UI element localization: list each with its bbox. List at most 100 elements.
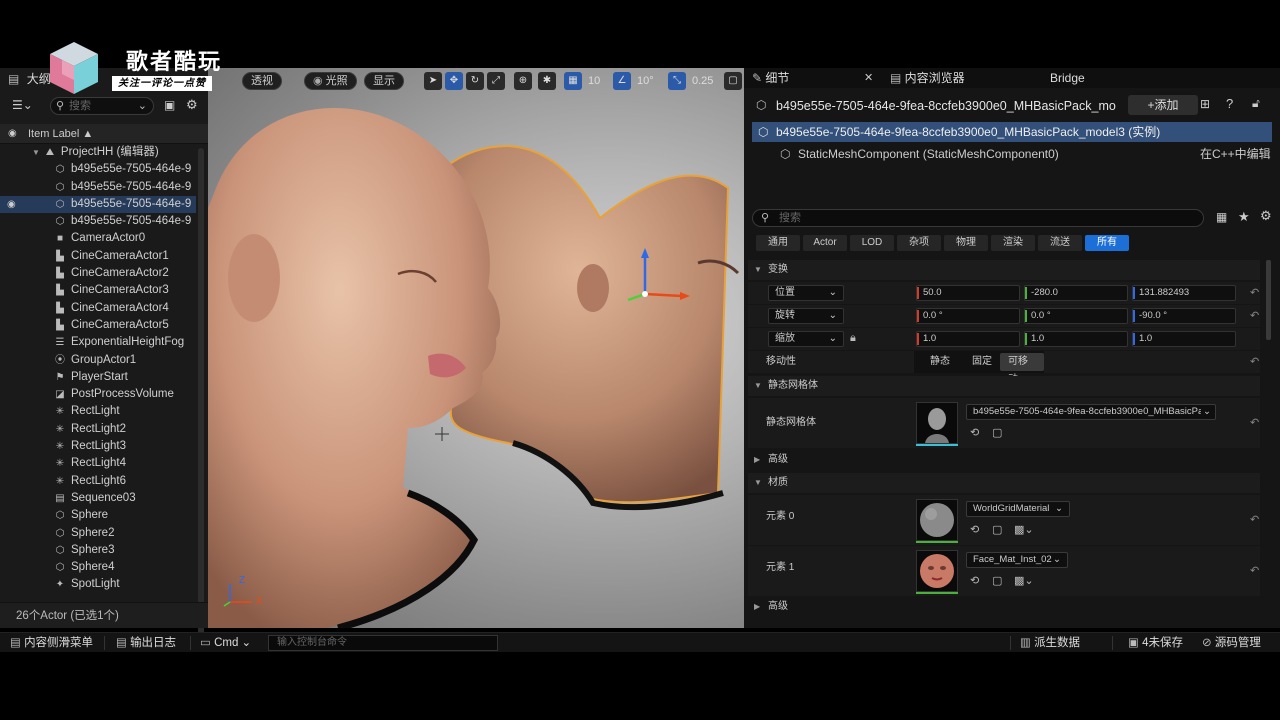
filter-button[interactable]: LOD	[850, 235, 894, 251]
table-view-icon[interactable]: ▦	[1216, 210, 1227, 224]
lit-mode-button[interactable]: ◉ 光照	[304, 72, 357, 90]
filter-button[interactable]: 物理	[944, 235, 988, 251]
texture-picker-icon[interactable]: ▩⌄	[1014, 523, 1034, 536]
outliner-scrollbar[interactable]	[198, 148, 204, 648]
static-mesh-dropdown[interactable]: b495e55e-7505-464e-9fea-8ccfeb3900e0_MHB…	[966, 404, 1216, 420]
outliner-row[interactable]: ⬡ Sphere3	[0, 542, 196, 559]
help-icon[interactable]: ?	[1226, 96, 1233, 111]
filter-icon[interactable]: ☰⌄	[12, 98, 33, 112]
filter-button[interactable]: 所有	[1085, 235, 1129, 251]
tab-details[interactable]: ✎ 细节	[752, 68, 789, 88]
scale-tool-icon[interactable]: ⤢	[487, 72, 505, 90]
materials-advanced-header[interactable]: ▶ 高级	[748, 597, 1260, 617]
use-selected-icon[interactable]: ⟲	[970, 426, 979, 439]
tab-content-browser[interactable]: ▤ 内容浏览器	[890, 68, 965, 88]
filter-button[interactable]: Actor	[803, 235, 847, 251]
details-scrollbar[interactable]	[1266, 260, 1271, 340]
scale-snap-value[interactable]: 0.25	[692, 72, 713, 90]
outliner-row[interactable]: ✳ RectLight	[0, 403, 196, 420]
browse-icon[interactable]: ▢	[992, 523, 1002, 536]
outliner-row[interactable]: ☰ ExponentialHeightFog	[0, 334, 196, 351]
show-button[interactable]: 显示	[364, 72, 404, 90]
transform-section-header[interactable]: ▼ 变换	[748, 260, 1260, 280]
outliner-row[interactable]: ⚑ PlayerStart	[0, 369, 196, 386]
details-search-input[interactable]: ⚲ 搜索	[752, 209, 1204, 227]
outliner-row[interactable]: ✦ SpotLight	[0, 576, 196, 593]
female-head-mesh[interactable]	[208, 108, 501, 628]
unsaved-button[interactable]: ▣ 4未保存	[1128, 633, 1183, 653]
rotation-y-field[interactable]: 0.0 °	[1024, 308, 1128, 324]
outliner-row[interactable]: ⬡ Sphere2	[0, 525, 196, 542]
static-mesh-component-row[interactable]: ⬡ StaticMeshComponent (StaticMeshCompone…	[752, 144, 1272, 164]
reset-arrow-icon[interactable]: ↶	[1250, 416, 1259, 429]
grid-snap-icon[interactable]: ▦	[564, 72, 582, 90]
scale-z-field[interactable]: 1.0	[1132, 331, 1236, 347]
lock-icon[interactable]: 🔓︎	[1252, 96, 1260, 111]
outliner-row[interactable]: ▙ CineCameraActor5	[0, 317, 196, 334]
materials-section-header[interactable]: ▼ 材质	[748, 473, 1260, 493]
tab-bridge[interactable]: Bridge	[1050, 68, 1085, 88]
reset-arrow-icon[interactable]: ↶	[1250, 513, 1259, 526]
visibility-eye-icon[interactable]: ◉	[7, 196, 16, 213]
outliner-row[interactable]: ◪ PostProcessVolume	[0, 386, 196, 403]
filter-button[interactable]: 杂项	[897, 235, 941, 251]
outliner-row[interactable]: ■ CameraActor0	[0, 230, 196, 247]
actor-name-field[interactable]: b495e55e-7505-464e-9fea-8ccfeb3900e0_MHB…	[776, 96, 1156, 116]
outliner-row[interactable]: ⬡ Sphere4	[0, 559, 196, 576]
outliner-row[interactable]: ▼ ⛰ ProjectHH (编辑器)	[0, 144, 196, 161]
rotation-dropdown[interactable]: 旋转 ⌄	[768, 308, 844, 324]
use-selected-icon[interactable]: ⟲	[970, 574, 979, 587]
use-selected-icon[interactable]: ⟲	[970, 523, 979, 536]
world-space-icon[interactable]: ⊕	[514, 72, 532, 90]
select-tool-icon[interactable]: ➤	[424, 72, 442, 90]
filter-button[interactable]: 通用	[756, 235, 800, 251]
reset-arrow-icon[interactable]: ↶	[1250, 286, 1259, 299]
outliner-row[interactable]: ✳ RectLight6	[0, 473, 196, 490]
outliner-row[interactable]: ⬡ b495e55e-7505-464e-9	[0, 179, 196, 196]
rotation-x-field[interactable]: 0.0 °	[916, 308, 1020, 324]
filter-button[interactable]: 渲染	[991, 235, 1035, 251]
location-dropdown[interactable]: 位置 ⌄	[768, 285, 844, 301]
rotation-snap-value[interactable]: 10°	[637, 72, 654, 90]
location-z-field[interactable]: 131.882493	[1132, 285, 1236, 301]
selected-component-row[interactable]: ⬡ b495e55e-7505-464e-9fea-8ccfeb3900e0_M…	[752, 122, 1272, 142]
outliner-row[interactable]: ✳ RectLight2	[0, 421, 196, 438]
browse-icon[interactable]: ▢	[992, 574, 1002, 587]
gear-icon[interactable]: ⚙	[186, 97, 198, 113]
add-folder-icon[interactable]: ▣	[164, 98, 175, 112]
location-y-field[interactable]: -280.0	[1024, 285, 1128, 301]
material-0-thumbnail[interactable]	[916, 499, 958, 541]
edit-in-cpp-link[interactable]: 在C++中编辑	[1200, 144, 1271, 164]
outliner-row[interactable]: ⬡ b495e55e-7505-464e-9	[0, 213, 196, 230]
static-mesh-thumbnail[interactable]	[916, 402, 958, 444]
outliner-row[interactable]: ▙ CineCameraActor1	[0, 248, 196, 265]
reset-arrow-icon[interactable]: ↶	[1250, 355, 1259, 368]
grid-snap-value[interactable]: 10	[588, 72, 600, 90]
rotate-tool-icon[interactable]: ↻	[466, 72, 484, 90]
console-command-input[interactable]: 输入控制台命令	[268, 635, 498, 651]
mobility-stationary[interactable]: 固定	[964, 353, 1000, 371]
source-control-button[interactable]: ⊘ 源码管理	[1202, 633, 1261, 653]
outliner-row[interactable]: ⦿ GroupActor1	[0, 352, 196, 369]
material-1-thumbnail[interactable]	[916, 550, 958, 592]
browse-icon[interactable]: ▢	[992, 426, 1002, 439]
perspective-button[interactable]: 透视	[242, 72, 282, 90]
outliner-row[interactable]: ⬡ Sphere	[0, 507, 196, 524]
level-viewport[interactable]: Z X 透视 ◉ 光照 显示 ➤ ✥ ↻ ⤢ ⊕ ✱ ▦ 10 ∠ 10° ⤡ …	[208, 68, 744, 628]
close-icon[interactable]: ✕	[864, 71, 873, 84]
reset-arrow-icon[interactable]: ↶	[1250, 309, 1259, 322]
location-x-field[interactable]: 50.0	[916, 285, 1020, 301]
filter-button[interactable]: 流送	[1038, 235, 1082, 251]
reset-arrow-icon[interactable]: ↶	[1250, 564, 1259, 577]
outliner-row[interactable]: ▙ CineCameraActor2	[0, 265, 196, 282]
star-icon[interactable]: ★	[1238, 209, 1250, 225]
expand-arrow-icon[interactable]: ▼	[32, 148, 40, 157]
outliner-row[interactable]: ⬡ b495e55e-7505-464e-9	[0, 161, 196, 178]
maximize-viewport-icon[interactable]: ▢	[724, 72, 742, 90]
move-tool-icon[interactable]: ✥	[445, 72, 463, 90]
scale-dropdown[interactable]: 缩放 ⌄	[768, 331, 844, 347]
static-mesh-section-header[interactable]: ▼ 静态网格体	[748, 376, 1260, 396]
outliner-row[interactable]: ✳ RectLight4	[0, 455, 196, 472]
outliner-row[interactable]: ▤ Sequence03	[0, 490, 196, 507]
material-1-dropdown[interactable]: Face_Mat_Inst_02 ⌄	[966, 552, 1068, 568]
